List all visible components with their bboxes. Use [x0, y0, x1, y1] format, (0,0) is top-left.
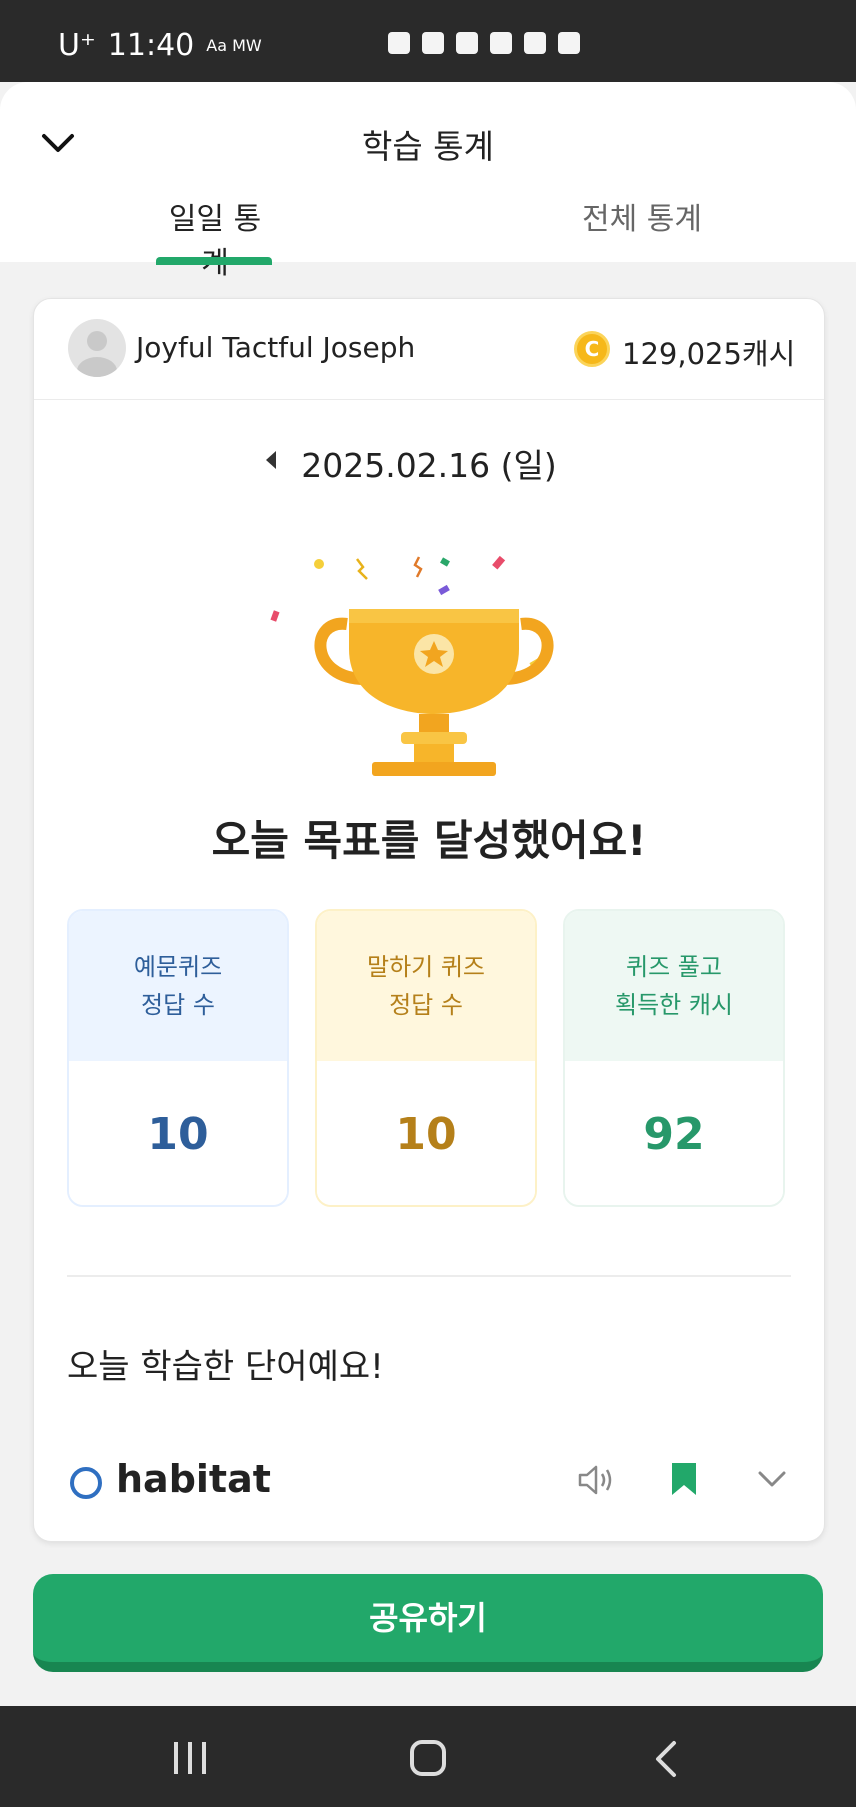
home-icon[interactable] — [408, 1740, 448, 1780]
chevron-down-icon[interactable] — [756, 1467, 788, 1493]
stat-title-line2: 정답 수 — [389, 991, 463, 1019]
clock: 11:40 — [107, 28, 195, 63]
speaker-icon[interactable] — [576, 1463, 616, 1497]
stat-card-sentence-quiz: 예문퀴즈정답 수 10 — [67, 909, 289, 1207]
word-text: habitat — [116, 1457, 271, 1501]
list-item[interactable]: habitat — [34, 1429, 824, 1529]
active-tab-indicator — [156, 257, 272, 265]
words-heading: 오늘 학습한 단어예요! — [67, 1347, 384, 1387]
divider — [67, 1275, 791, 1277]
circle-icon — [70, 1467, 102, 1499]
stat-title-line2: 획득한 캐시 — [614, 991, 734, 1019]
user-row: Joyful Tactful Joseph C 129,025캐시 — [34, 299, 824, 400]
mute-icon — [456, 32, 478, 54]
cash-amount: 129,025캐시 — [622, 337, 796, 371]
header: 학습 통계 일일 통계 전체 통계 — [0, 82, 856, 281]
share-button[interactable]: 공유하기 — [33, 1574, 823, 1672]
trophy-icon — [270, 555, 554, 776]
stat-title-line2: 정답 수 — [141, 991, 215, 1019]
user-name: Joyful Tactful Joseph — [136, 331, 416, 364]
battery-icon — [558, 32, 580, 54]
status-left: U⁺ 11:40 Aa MW — [58, 28, 262, 63]
stat-title-line1: 예문퀴즈 — [133, 953, 223, 981]
alarm-icon — [422, 32, 444, 54]
stat-title-line1: 퀴즈 풀고 — [626, 953, 722, 981]
stat-value: 10 — [317, 1061, 535, 1205]
stat-card-speaking-quiz: 말하기 퀴즈정답 수 10 — [315, 909, 537, 1207]
stat-title: 예문퀴즈정답 수 — [69, 911, 287, 1061]
tab-daily-stats[interactable]: 일일 통계 — [156, 194, 274, 282]
system-nav-bar — [0, 1706, 856, 1807]
stats-card: Joyful Tactful Joseph C 129,025캐시 2025.0… — [33, 298, 825, 1542]
stat-value: 92 — [565, 1061, 783, 1205]
lock-icon — [388, 32, 410, 54]
signal-icon — [524, 32, 546, 54]
status-extra: Aa MW — [206, 36, 262, 55]
stat-value: 10 — [69, 1061, 287, 1205]
status-bar: U⁺ 11:40 Aa MW — [0, 0, 856, 82]
back-nav-icon[interactable] — [652, 1740, 682, 1780]
tab-total-stats[interactable]: 전체 통계 — [582, 194, 702, 238]
status-icons — [388, 32, 580, 54]
stat-title-line1: 말하기 퀴즈 — [366, 953, 486, 981]
date-label: 2025.02.16 (일) — [301, 446, 557, 485]
carrier-label: U⁺ — [58, 28, 96, 63]
stat-card-earned-cash: 퀴즈 풀고획득한 캐시 92 — [563, 909, 785, 1207]
wifi-icon — [490, 32, 512, 54]
coin-icon: C — [574, 331, 610, 367]
avatar — [68, 319, 126, 377]
stat-title: 퀴즈 풀고획득한 캐시 — [565, 911, 783, 1061]
recent-apps-icon[interactable] — [170, 1740, 210, 1776]
page-title: 학습 통계 — [362, 127, 494, 166]
stat-title: 말하기 퀴즈정답 수 — [317, 911, 535, 1061]
goal-message: 오늘 목표를 달성했어요! — [211, 816, 647, 865]
bookmark-icon[interactable] — [670, 1461, 698, 1497]
user-icon — [77, 331, 117, 377]
